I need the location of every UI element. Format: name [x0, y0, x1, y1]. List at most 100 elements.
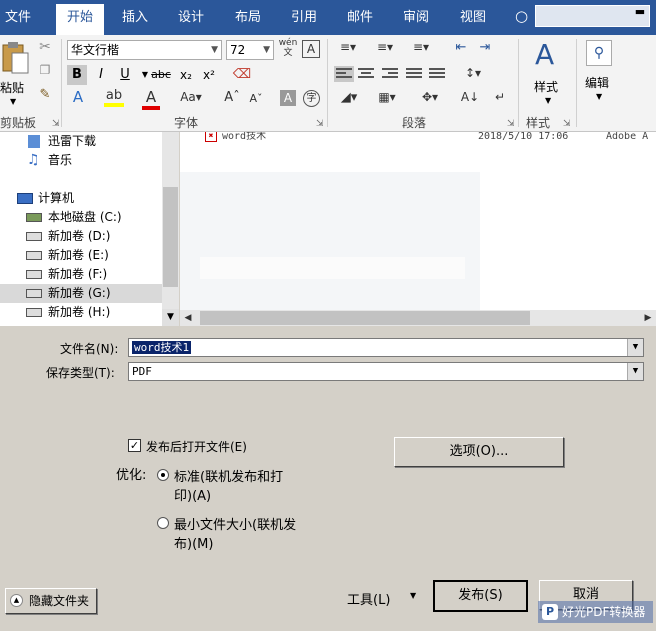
highlight-color-icon[interactable]: ab	[104, 88, 124, 107]
lightbulb-icon[interactable]: ○	[515, 7, 528, 25]
collapse-ribbon-icon[interactable]: ▬	[630, 5, 650, 19]
chevron-down-icon: ▼	[545, 96, 552, 105]
copy-icon[interactable]: ❐	[36, 63, 54, 77]
borders-icon[interactable]: ▦▾	[372, 90, 402, 104]
tree-item-xunlei[interactable]: 迅雷下载	[0, 132, 162, 151]
tab-file[interactable]: 文件	[0, 0, 36, 35]
styles-launcher-icon[interactable]: ⇲	[563, 119, 571, 129]
decrease-indent-icon[interactable]: ⇤	[451, 40, 471, 55]
shading-icon[interactable]: ◢▾	[334, 90, 364, 105]
align-left-icon[interactable]	[334, 66, 354, 82]
tab-insert[interactable]: 插入	[112, 0, 158, 35]
drive-icon	[26, 308, 42, 317]
clear-formatting-icon[interactable]: ⌫	[232, 65, 252, 85]
tree-item-music[interactable]: ♫ 音乐	[0, 151, 162, 170]
optimize-standard-radio[interactable]	[157, 469, 169, 481]
shrink-font-icon[interactable]: Aˇ	[248, 92, 264, 105]
paste-button[interactable]: 粘贴 ▼	[0, 39, 30, 109]
open-after-publish-checkbox[interactable]: ✓	[128, 439, 141, 452]
scroll-down-icon[interactable]: ▼	[162, 309, 179, 326]
bold-icon[interactable]: B	[67, 65, 87, 85]
grow-font-icon[interactable]: Aˆ	[224, 90, 240, 105]
publish-button[interactable]: 发布(S)	[433, 580, 528, 612]
line-spacing-icon[interactable]: ↕▾	[458, 66, 488, 80]
tools-dropdown[interactable]: 工具(L) ▼	[347, 589, 421, 608]
numbering-icon[interactable]: ≡▾	[370, 40, 400, 54]
group-divider	[518, 39, 519, 127]
tree-item-drive-h[interactable]: 新加卷 (H:)	[0, 303, 162, 322]
clipboard-launcher-icon[interactable]: ⇲	[52, 119, 60, 129]
file-list-hscrollbar[interactable]: ◀ ▶	[180, 310, 656, 326]
scroll-right-icon[interactable]: ▶	[640, 310, 656, 326]
bullets-icon[interactable]: ≡▾	[334, 40, 362, 54]
tab-mailings[interactable]: 邮件	[337, 0, 383, 35]
text-effects-icon[interactable]: A	[68, 88, 88, 106]
hide-folders-button[interactable]: ▲ 隐藏文件夹	[5, 588, 97, 614]
cut-icon[interactable]: ✂	[36, 39, 54, 55]
change-case-icon[interactable]: Aa▾	[176, 90, 206, 104]
show-marks-icon[interactable]: ↵	[492, 90, 508, 104]
tree-item-computer[interactable]: 计算机	[0, 189, 162, 208]
increase-indent-icon[interactable]: ⇥	[475, 40, 495, 55]
tab-review[interactable]: 审阅	[393, 0, 439, 35]
tab-design[interactable]: 设计	[168, 0, 214, 35]
scrollbar-thumb[interactable]	[200, 311, 530, 325]
tree-item-drive-e[interactable]: 新加卷 (E:)	[0, 246, 162, 265]
scroll-left-icon[interactable]: ◀	[180, 310, 196, 326]
tree-item-drive-f[interactable]: 新加卷 (F:)	[0, 265, 162, 284]
tools-label: 工具(L)	[347, 593, 391, 608]
subscript-icon[interactable]: x₂	[176, 65, 196, 85]
tab-home[interactable]: 开始	[56, 4, 104, 35]
chevron-up-icon: ▲	[10, 594, 23, 607]
chevron-down-icon: ▼	[211, 45, 218, 55]
editing-button[interactable]: ⚲ 编辑 ▼	[582, 38, 622, 108]
align-right-icon[interactable]	[382, 66, 402, 82]
watermark: P 好光PDF转换器	[538, 601, 653, 623]
superscript-icon[interactable]: x²	[199, 65, 219, 85]
filename-combobox[interactable]: word技术1 ▼	[128, 338, 644, 357]
multilevel-list-icon[interactable]: ≡▾	[406, 40, 436, 54]
asian-layout-icon[interactable]: ✥▾	[415, 90, 445, 104]
italic-icon[interactable]: I	[91, 65, 111, 85]
scrollbar-thumb[interactable]	[163, 187, 178, 287]
tree-item-drive-g[interactable]: 新加卷 (G:)	[0, 284, 162, 303]
font-color-icon[interactable]: A	[142, 88, 160, 110]
filetype-select[interactable]: PDF ▼	[128, 362, 644, 381]
justify-icon[interactable]	[406, 66, 426, 82]
font-size-combobox[interactable]: 72 ▼	[226, 40, 274, 60]
chevron-down-icon: ▼	[10, 97, 17, 106]
styles-button[interactable]: A 样式 ▼	[525, 38, 573, 108]
tree-item-drive-d[interactable]: 新加卷 (D:)	[0, 227, 162, 246]
optimize-minimum-label-1: 最小文件大小(联机发	[174, 518, 297, 533]
optimize-label: 优化:	[116, 468, 147, 483]
enclose-characters-icon[interactable]: 字	[303, 90, 320, 107]
chevron-down-icon[interactable]: ▼	[627, 363, 643, 380]
format-painter-icon[interactable]: ✎	[36, 87, 54, 102]
align-center-icon[interactable]	[358, 66, 378, 82]
phonetic-guide-icon[interactable]: wén 文	[278, 38, 298, 58]
options-button[interactable]: 选项(O)...	[394, 437, 564, 467]
ribbon-tab-bar: 文件 开始 插入 设计 布局 引用 邮件 审阅 视图 ○ ▬	[0, 0, 656, 35]
tab-references[interactable]: 引用	[281, 0, 327, 35]
tree-item-drive-c[interactable]: 本地磁盘 (C:)	[0, 208, 162, 227]
character-border-icon[interactable]: A	[302, 40, 320, 58]
paragraph-launcher-icon[interactable]: ⇲	[507, 119, 515, 129]
tab-view[interactable]: 视图	[450, 0, 496, 35]
filename-input[interactable]: word技术1	[132, 341, 192, 354]
filetype-label: 保存类型(T):	[46, 366, 115, 380]
file-row[interactable]: ✖ word技术 2018/5/10 17:06 Adobe A	[180, 132, 656, 144]
font-launcher-icon[interactable]: ⇲	[316, 119, 324, 129]
optimize-minimum-radio[interactable]	[157, 517, 169, 529]
chevron-down-icon[interactable]: ▼	[627, 339, 643, 356]
underline-icon[interactable]: U	[115, 65, 135, 85]
distributed-icon[interactable]	[429, 66, 449, 82]
strikethrough-icon[interactable]: abc	[151, 65, 171, 85]
character-shading-icon[interactable]: A	[280, 90, 296, 106]
tab-layout[interactable]: 布局	[225, 0, 271, 35]
file-list: ✖ word技术 2018/5/10 17:06 Adobe A	[180, 132, 656, 310]
styles-icon: A	[535, 38, 555, 71]
save-as-pdf-window: 文件 开始 插入 设计 布局 引用 邮件 审阅 视图 ○ ▬ 粘贴 ▼ ✂ ❐ …	[0, 0, 656, 631]
tree-scrollbar[interactable]: ▼	[162, 132, 179, 326]
font-name-combobox[interactable]: 华文行楷 ▼	[67, 40, 222, 60]
sort-icon[interactable]: A↓	[460, 90, 480, 104]
